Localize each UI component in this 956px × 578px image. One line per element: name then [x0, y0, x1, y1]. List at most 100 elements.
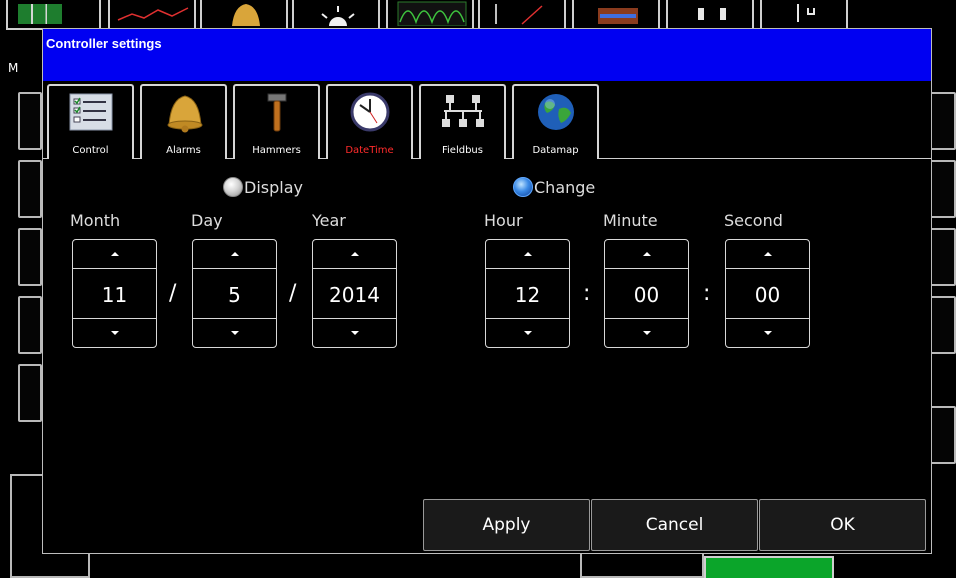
ok-button[interactable]: OK — [759, 499, 926, 551]
background-side-button[interactable] — [930, 296, 956, 354]
arrow-down-icon — [523, 331, 532, 335]
tab-datetime[interactable]: DateTime — [326, 84, 413, 159]
year-decrement-button[interactable] — [313, 318, 396, 347]
minute-increment-button[interactable] — [605, 240, 688, 269]
second-label: Second — [724, 211, 783, 230]
controller-settings-dialog: Controller settings Control Alarms Hamme… — [42, 28, 932, 554]
year-value[interactable]: 2014 — [313, 269, 396, 320]
time-separator: : — [703, 281, 711, 306]
arrow-down-icon — [642, 331, 651, 335]
hour-increment-button[interactable] — [486, 240, 569, 269]
day-label: Day — [191, 211, 223, 230]
background-side-button[interactable] — [930, 92, 956, 150]
arrow-down-icon — [763, 331, 772, 335]
change-radio-button[interactable] — [513, 177, 533, 197]
date-separator: / — [289, 281, 297, 306]
background-side-button[interactable] — [18, 296, 42, 354]
change-radio[interactable]: Change — [513, 177, 595, 197]
tab-alarms[interactable]: Alarms — [140, 84, 227, 159]
year-increment-button[interactable] — [313, 240, 396, 269]
minute-value[interactable]: 00 — [605, 269, 688, 320]
cancel-button[interactable]: Cancel — [591, 499, 758, 551]
checklist-icon — [65, 89, 117, 135]
tab-datamap[interactable]: Datamap — [512, 84, 599, 159]
dialog-title-bar[interactable]: Controller settings — [43, 29, 931, 81]
display-radio-button[interactable] — [223, 177, 243, 197]
tab-label: Hammers — [252, 145, 301, 156]
waveform-icon[interactable] — [386, 0, 474, 30]
tab-label: DateTime — [345, 145, 394, 156]
tab-fieldbus[interactable]: Fieldbus — [419, 84, 506, 159]
tab-strip: Control Alarms Hammers DateTime Fieldbus… — [43, 81, 931, 159]
display-radio[interactable]: Display — [223, 177, 303, 197]
day-spinner: 5 — [192, 239, 277, 348]
tab-label: Fieldbus — [442, 145, 483, 156]
background-side-button[interactable] — [18, 160, 42, 218]
background-partial-label: M — [8, 61, 19, 75]
globe-icon — [530, 89, 582, 135]
year-label: Year — [312, 211, 346, 230]
bell-icon[interactable] — [200, 0, 288, 30]
background-side-button[interactable] — [930, 406, 956, 464]
second-spinner: 00 — [725, 239, 810, 348]
arrow-down-icon — [110, 331, 119, 335]
date-separator: / — [169, 281, 177, 306]
change-radio-label: Change — [534, 177, 596, 197]
background-side-button[interactable] — [18, 228, 42, 286]
hour-value[interactable]: 12 — [486, 269, 569, 320]
tab-label: Control — [72, 145, 109, 156]
plug-icon[interactable] — [666, 0, 754, 30]
background-side-button[interactable] — [18, 364, 42, 422]
arrow-up-icon — [350, 252, 359, 256]
tab-label: Alarms — [166, 145, 201, 156]
month-spinner: 11 — [72, 239, 157, 348]
tab-label: Datamap — [532, 145, 579, 156]
arrow-up-icon — [642, 252, 651, 256]
clock-icon — [344, 89, 396, 135]
bar-chart-icon[interactable] — [6, 0, 101, 30]
sun-icon[interactable] — [292, 0, 380, 30]
apply-button[interactable]: Apply — [423, 499, 590, 551]
second-decrement-button[interactable] — [726, 318, 809, 347]
tab-hammers[interactable]: Hammers — [233, 84, 320, 159]
tray-icon[interactable] — [572, 0, 660, 30]
day-value[interactable]: 5 — [193, 269, 276, 320]
arrow-up-icon — [523, 252, 532, 256]
month-decrement-button[interactable] — [73, 318, 156, 347]
time-separator: : — [583, 281, 591, 306]
month-increment-button[interactable] — [73, 240, 156, 269]
display-radio-label: Display — [244, 177, 303, 197]
arrow-up-icon — [230, 252, 239, 256]
year-spinner: 2014 — [312, 239, 397, 348]
minute-spinner: 00 — [604, 239, 689, 348]
tab-control[interactable]: Control — [47, 84, 134, 159]
arrow-up-icon — [763, 252, 772, 256]
arrow-down-icon — [230, 331, 239, 335]
hour-label: Hour — [484, 211, 523, 230]
wrench-icon[interactable] — [760, 0, 848, 30]
month-value[interactable]: 11 — [73, 269, 156, 320]
bell-icon — [158, 89, 210, 135]
background-side-button[interactable] — [930, 160, 956, 218]
day-increment-button[interactable] — [193, 240, 276, 269]
background-status-indicator — [704, 556, 834, 578]
background-side-button[interactable] — [930, 228, 956, 286]
background-toolbar — [0, 0, 956, 30]
line-graph-icon[interactable] — [108, 0, 196, 30]
hour-decrement-button[interactable] — [486, 318, 569, 347]
second-increment-button[interactable] — [726, 240, 809, 269]
background-side-button[interactable] — [18, 92, 42, 150]
arrow-up-icon — [110, 252, 119, 256]
arrow-down-icon — [350, 331, 359, 335]
hour-spinner: 12 — [485, 239, 570, 348]
trend-icon[interactable] — [478, 0, 566, 30]
month-label: Month — [70, 211, 121, 230]
day-decrement-button[interactable] — [193, 318, 276, 347]
network-icon — [437, 89, 489, 135]
minute-label: Minute — [603, 211, 658, 230]
minute-decrement-button[interactable] — [605, 318, 688, 347]
second-value[interactable]: 00 — [726, 269, 809, 320]
hammer-icon — [251, 89, 303, 135]
dialog-title: Controller settings — [46, 36, 162, 51]
background-bottom-button[interactable] — [580, 552, 704, 578]
